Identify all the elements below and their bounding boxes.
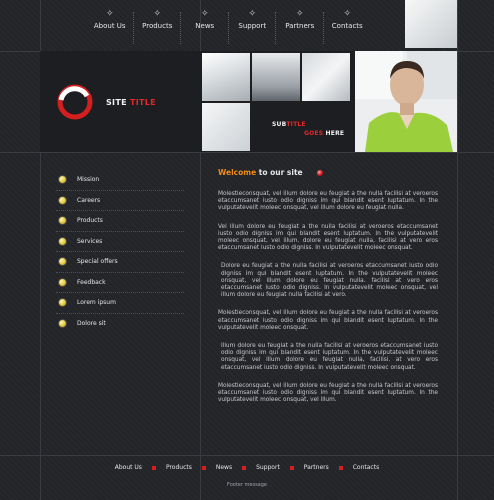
bullet-icon: [58, 318, 67, 328]
red-dot-icon: [316, 169, 323, 176]
square-bullet-icon: [289, 465, 294, 470]
bullet-icon: [58, 175, 67, 185]
grid-line: [457, 0, 458, 500]
square-bullet-icon: [338, 465, 343, 470]
sidebar-item-special-offers[interactable]: Special offers: [56, 252, 184, 273]
bullet-icon: [58, 195, 67, 205]
content-paragraph: Molestieconsquat, vel illum dolore eu fe…: [218, 310, 438, 331]
footer-link-about-us[interactable]: About Us: [115, 464, 142, 471]
sidebar-item-feedback[interactable]: Feedback: [56, 273, 184, 293]
nav-item-partners[interactable]: ✧ Partners: [276, 10, 324, 46]
footer-link-support[interactable]: Support: [256, 464, 280, 471]
sidebar-item-services[interactable]: Services: [56, 232, 184, 252]
sidebar-item-mission[interactable]: Mission: [56, 170, 184, 191]
sidebar-menu: Mission Careers Products Services Specia…: [56, 170, 184, 333]
page-title: Welcome to our site: [218, 168, 438, 177]
footer-link-news[interactable]: News: [216, 464, 232, 471]
footer-navigation: About Us Products News Support Partners …: [0, 464, 494, 471]
sidebar-item-lorem-ipsum[interactable]: Lorem ipsum: [56, 293, 184, 314]
footer-link-partners[interactable]: Partners: [304, 464, 329, 471]
grid-line: [0, 152, 494, 153]
nav-item-support[interactable]: ✧ Support: [229, 9, 276, 46]
sidebar-item-products[interactable]: Products: [56, 211, 184, 232]
bullet-icon: [58, 216, 67, 226]
content-paragraph: Illum dolore eu feugiat a the nulla faci…: [221, 343, 438, 371]
square-bullet-icon: [242, 465, 247, 470]
top-navigation: ✧ About Us ✧ Products ✧ News ✧ Support ✧ Part…: [86, 10, 371, 46]
sparkle-icon: ✧: [295, 9, 304, 19]
logo-icon[interactable]: [57, 84, 93, 120]
header-person-photo: [355, 51, 457, 152]
main-content: Welcome to our site Molestieconsquat, ve…: [218, 168, 438, 415]
content-paragraph: Molestieconsquat, vel illum dolore eu fe…: [218, 382, 438, 404]
bullet-icon: [58, 298, 67, 308]
nav-item-contacts[interactable]: ✧ Contacts: [324, 10, 372, 46]
sparkle-icon: ✧: [105, 9, 114, 19]
nav-item-news[interactable]: ✧ News: [181, 10, 229, 46]
sparkle-icon: ✧: [200, 9, 209, 19]
content-paragraph: Vel illum dolore eu feugiat a the nulla …: [218, 223, 438, 252]
bullet-icon: [58, 236, 67, 246]
sidebar-item-dolore-sit[interactable]: Dolore sit: [56, 314, 184, 334]
grid-line: [0, 455, 494, 456]
footer-link-products[interactable]: Products: [166, 464, 192, 471]
header-corner-tile: [405, 0, 457, 48]
square-bullet-icon: [151, 465, 156, 470]
nav-item-about-us[interactable]: ✧ About Us: [86, 10, 134, 46]
footer-link-contacts[interactable]: Contacts: [353, 464, 379, 471]
site-title: SITE TITLE: [106, 98, 156, 107]
bullet-icon: [58, 277, 67, 287]
nav-item-products[interactable]: ✧ Products: [134, 9, 181, 46]
sidebar-item-careers[interactable]: Careers: [56, 191, 184, 211]
sparkle-icon: ✧: [153, 9, 162, 19]
content-paragraph: Dolore eu feugiat a the nulla facilisi a…: [221, 263, 438, 299]
header-subtitle: SUBTITLE GOES HERE: [272, 121, 345, 137]
bullet-icon: [58, 257, 67, 267]
sparkle-icon: ✧: [343, 9, 352, 19]
footer-message: Footer message: [227, 482, 267, 488]
sparkle-icon: ✧: [248, 9, 257, 19]
content-paragraph: Molestieconsquat, vel illum dolore eu fe…: [218, 191, 438, 212]
square-bullet-icon: [201, 465, 206, 470]
